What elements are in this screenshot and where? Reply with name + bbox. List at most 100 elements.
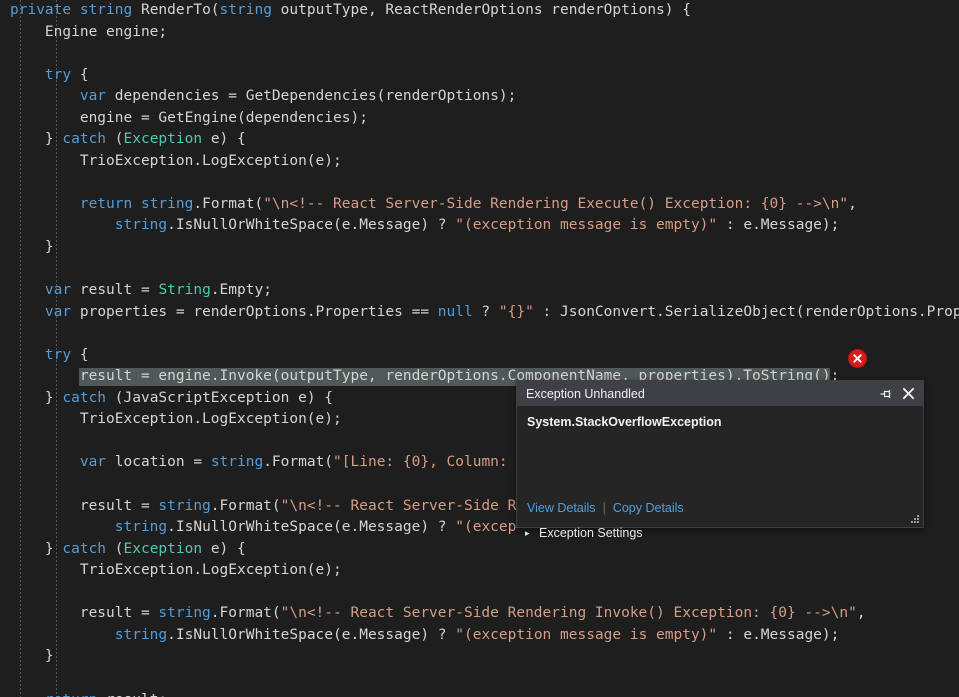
copy-details-link[interactable]: Copy Details: [613, 501, 684, 515]
code-token: (: [106, 131, 124, 148]
code-token: "{}": [498, 303, 534, 320]
code-token: TrioException.LogException(e);: [10, 411, 342, 428]
code-line[interactable]: return result;: [0, 690, 959, 697]
code-line[interactable]: [0, 323, 959, 345]
popup-title: Exception Unhandled: [526, 386, 645, 401]
code-token: }: [10, 239, 54, 256]
code-token: .Empty;: [210, 282, 272, 299]
link-separator: |: [602, 501, 606, 515]
code-token: string: [140, 195, 194, 212]
code-token: try: [44, 346, 72, 363]
code-token: string: [210, 454, 264, 471]
exception-unhandled-popup[interactable]: Exception Unhandled System.StackOverflow…: [516, 380, 924, 540]
code-token: }: [10, 131, 63, 148]
code-line[interactable]: [0, 172, 959, 194]
code-token: .Format(: [193, 195, 264, 212]
code-line[interactable]: TrioException.LogException(e);: [0, 560, 959, 582]
code-token: return: [45, 692, 97, 697]
exception-settings-label: Exception Settings: [539, 526, 643, 540]
code-token: "\n<!-- React Server-Side R: [280, 497, 517, 514]
code-token: location =: [106, 454, 211, 471]
code-token: .IsNullOrWhiteSpace(e.Message) ?: [167, 519, 456, 536]
code-token: .IsNullOrWhiteSpace(e.Message) ?: [167, 217, 456, 234]
code-line[interactable]: }: [0, 237, 959, 259]
code-token: var: [79, 454, 107, 471]
code-line[interactable]: string.IsNullOrWhiteSpace(e.Message) ? "…: [0, 215, 959, 237]
code-line[interactable]: } catch (Exception e) {: [0, 129, 959, 151]
code-token: string: [114, 217, 168, 234]
code-token: {: [71, 346, 89, 363]
error-circle-x-icon[interactable]: [848, 349, 867, 368]
code-line[interactable]: [0, 582, 959, 604]
popup-links: View Details | Copy Details: [527, 501, 684, 515]
code-token: "\n<!-- React Server-Side Rendering Invo…: [280, 605, 857, 622]
code-line[interactable]: }: [0, 646, 959, 668]
code-line[interactable]: [0, 668, 959, 690]
code-token: (: [106, 540, 124, 557]
code-line[interactable]: var properties = renderOptions.Propertie…: [0, 302, 959, 324]
code-token: ,: [856, 605, 866, 622]
code-token: catch: [62, 389, 107, 406]
code-token: "(exception message is empty)": [455, 217, 718, 234]
code-token: result =: [10, 605, 159, 622]
code-line[interactable]: [0, 43, 959, 65]
close-icon[interactable]: [897, 383, 919, 405]
code-line[interactable]: try {: [0, 345, 959, 367]
code-line[interactable]: Engine engine;: [0, 22, 959, 44]
code-token: ?: [472, 303, 499, 320]
code-token: try: [44, 66, 72, 83]
code-line[interactable]: private string RenderTo(string outputTyp…: [0, 0, 959, 22]
code-token: string: [219, 2, 272, 18]
exception-settings-expander[interactable]: ▸ Exception Settings: [525, 526, 643, 540]
code-token: private: [10, 2, 72, 18]
exception-type-text: System.StackOverflowException: [527, 415, 722, 429]
code-line[interactable]: string.IsNullOrWhiteSpace(e.Message) ? "…: [0, 625, 959, 647]
code-line[interactable]: var dependencies = GetDependencies(rende…: [0, 86, 959, 108]
code-token: string: [114, 519, 168, 536]
code-token: catch: [62, 540, 107, 557]
pin-icon[interactable]: [875, 383, 897, 405]
code-line[interactable]: [0, 259, 959, 281]
code-token: string: [158, 605, 211, 622]
code-line[interactable]: engine = GetEngine(dependencies);: [0, 108, 959, 130]
popup-body: System.StackOverflowException View Detai…: [517, 406, 923, 540]
code-line[interactable]: return string.Format("\n<!-- React Serve…: [0, 194, 959, 216]
code-token: string: [158, 497, 211, 514]
code-token: result =: [71, 282, 159, 299]
code-line[interactable]: try {: [0, 65, 959, 87]
code-token: }: [10, 540, 63, 557]
code-token: ,: [848, 195, 857, 212]
code-line[interactable]: } catch (Exception e) {: [0, 539, 959, 561]
code-line[interactable]: result = string.Format("\n<!-- React Ser…: [0, 603, 959, 625]
code-token: result =: [10, 497, 159, 514]
chevron-right-icon: ▸: [525, 527, 530, 538]
code-token: .Format(: [210, 497, 281, 514]
code-token: null: [437, 303, 473, 320]
code-token: result;: [97, 692, 167, 697]
code-token: dependencies = GetDependencies(renderOpt…: [106, 88, 517, 105]
code-token: {: [71, 66, 89, 83]
code-token: }: [10, 389, 63, 406]
resize-grip-icon[interactable]: [908, 512, 920, 524]
code-line[interactable]: var result = String.Empty;: [0, 280, 959, 302]
code-token: string: [114, 626, 168, 643]
code-token: TrioException.LogException(e);: [10, 152, 342, 169]
code-lines-container[interactable]: private string RenderTo(string outputTyp…: [0, 0, 959, 697]
code-line[interactable]: TrioException.LogException(e);: [0, 151, 959, 173]
code-token: RenderTo(: [132, 2, 220, 18]
code-token: outputType, ReactRenderOptions renderOpt…: [271, 2, 691, 18]
code-editor[interactable]: private string RenderTo(string outputTyp…: [0, 0, 959, 697]
view-details-link[interactable]: View Details: [527, 501, 596, 515]
code-token: string: [79, 2, 133, 18]
code-token: "[Line: {0}, Column:: [333, 454, 517, 471]
popup-titlebar[interactable]: Exception Unhandled: [517, 381, 923, 406]
